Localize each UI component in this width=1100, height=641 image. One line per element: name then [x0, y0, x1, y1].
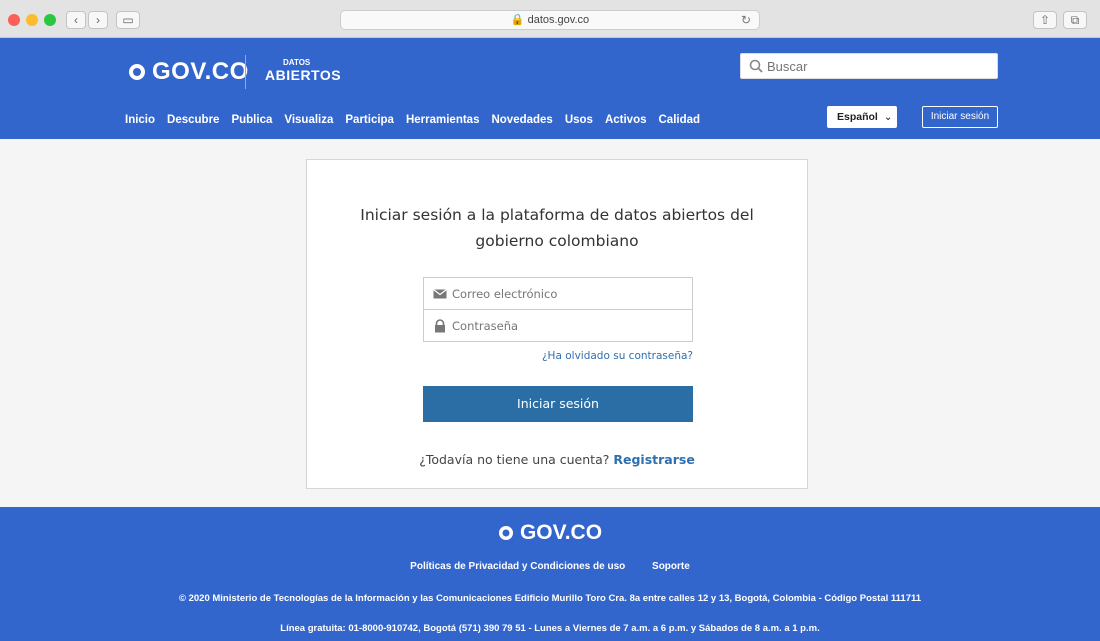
language-select[interactable]: Español ⌄ [827, 106, 897, 128]
main-nav: Inicio Descubre Publica Visualiza Partic… [125, 114, 700, 126]
search-input[interactable] [767, 55, 995, 77]
datos-logo-big: ABIERTOS [265, 67, 342, 83]
coat-of-arms-icon [129, 64, 145, 80]
nav-participa[interactable]: Participa [345, 114, 394, 126]
password-field[interactable] [423, 309, 693, 342]
nav-descubre[interactable]: Descubre [167, 114, 219, 126]
footer-phone-line: Línea gratuita: 01-8000-910742, Bogotá (… [280, 623, 820, 634]
login-title-line1: Iniciar sesión a la plataforma de datos … [360, 206, 754, 224]
privacy-link[interactable]: Políticas de Privacidad y Condiciones de… [410, 561, 625, 572]
nav-novedades[interactable]: Novedades [491, 114, 552, 126]
lock-icon: 🔒 [510, 14, 525, 26]
forgot-password-link[interactable]: ¿Ha olvidado su contraseña? [423, 350, 693, 362]
footer-logo-text: GOV.CO [519, 521, 603, 544]
search-icon [749, 59, 763, 73]
envelope-icon [433, 289, 447, 299]
nav-herramientas[interactable]: Herramientas [406, 114, 480, 126]
lock-icon [435, 319, 445, 333]
language-label: Español [837, 111, 878, 123]
logo-divider [245, 55, 246, 89]
minimize-window-button[interactable] [26, 14, 38, 26]
footer-copyright: © 2020 Ministerio de Tecnologías de la I… [178, 593, 922, 604]
header-login-button[interactable]: Iniciar sesión [922, 106, 998, 128]
address-bar[interactable]: 🔒 datos.gov.co ↻ [340, 10, 760, 30]
email-field[interactable] [423, 277, 693, 310]
password-input[interactable] [452, 310, 690, 341]
support-link[interactable]: Soporte [652, 561, 690, 572]
footer-links: Políticas de Privacidad y Condiciones de… [0, 561, 1100, 572]
share-icon[interactable]: ⇧ [1033, 11, 1057, 29]
nav-calidad[interactable]: Calidad [659, 114, 701, 126]
login-title-line2: gobierno colombiano [475, 232, 639, 250]
site-footer: GOV.CO Políticas de Privacidad y Condici… [0, 507, 1100, 641]
sidebar-icon[interactable]: ▭ [116, 11, 140, 29]
nav-activos[interactable]: Activos [605, 114, 647, 126]
address-url: datos.gov.co [527, 14, 590, 26]
nav-inicio[interactable]: Inicio [125, 114, 155, 126]
tabs-icon[interactable]: ⧉ [1063, 11, 1087, 29]
back-icon[interactable]: ‹ [66, 11, 86, 29]
browser-toolbar: ‹ › ▭ 🔒 datos.gov.co ↻ ⇧ ⧉ [0, 0, 1100, 38]
register-prompt-text: ¿Todavía no tiene una cuenta? [419, 452, 610, 467]
login-card: Iniciar sesión a la plataforma de datos … [306, 159, 808, 489]
chevron-down-icon: ⌄ [883, 111, 893, 123]
nav-publica[interactable]: Publica [231, 114, 272, 126]
submit-login-button[interactable]: Iniciar sesión [423, 386, 693, 422]
datos-logo-small: DATOS [283, 58, 311, 67]
gov-logo[interactable]: GOV.CO [128, 58, 249, 86]
maximize-window-button[interactable] [44, 14, 56, 26]
coat-of-arms-icon [498, 526, 513, 540]
login-title: Iniciar sesión a la plataforma de datos … [307, 202, 807, 254]
nav-visualiza[interactable]: Visualiza [284, 114, 333, 126]
search-box[interactable] [740, 53, 998, 79]
email-input[interactable] [452, 278, 690, 309]
footer-logo[interactable]: GOV.CO [0, 521, 1100, 545]
reload-icon[interactable]: ↻ [741, 11, 751, 29]
datos-abiertos-logo[interactable]: DATOS ABIERTOS [265, 58, 341, 85]
register-prompt: ¿Todavía no tiene una cuenta? Registrars… [307, 452, 807, 467]
close-window-button[interactable] [8, 14, 20, 26]
gov-logo-text: GOV.CO [152, 58, 249, 85]
forward-icon[interactable]: › [88, 11, 108, 29]
nav-usos[interactable]: Usos [565, 114, 593, 126]
register-link[interactable]: Registrarse [613, 452, 694, 467]
